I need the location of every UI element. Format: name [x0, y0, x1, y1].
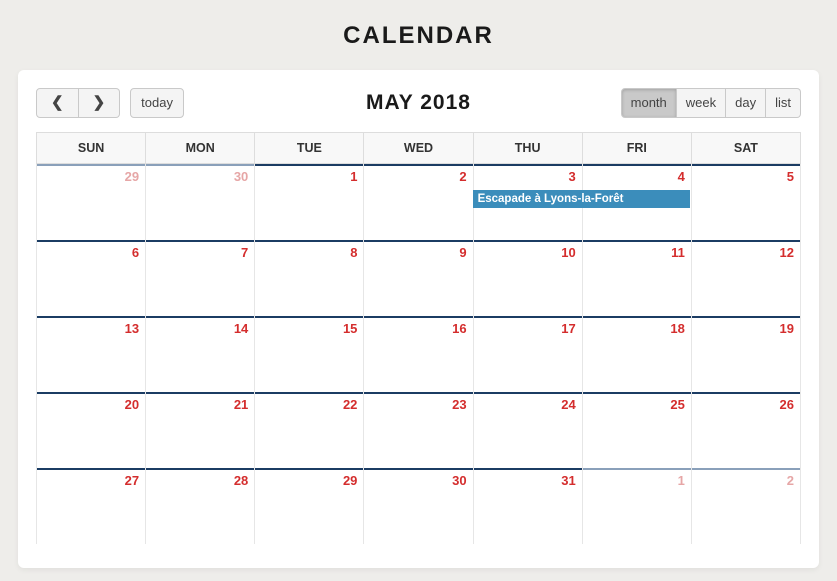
day-number: 12 [692, 240, 800, 262]
day-number: 31 [474, 468, 582, 490]
view-day-button[interactable]: day [726, 88, 766, 118]
day-cell[interactable]: 13 [37, 316, 146, 392]
day-number: 30 [146, 164, 254, 186]
day-cell[interactable]: 4 [582, 164, 691, 241]
day-number: 2 [692, 468, 800, 490]
day-cell[interactable]: 5 [691, 164, 800, 241]
day-number: 19 [692, 316, 800, 338]
day-header: FRI [582, 133, 691, 164]
day-cell[interactable]: 22 [255, 392, 364, 468]
view-group: month week day list [621, 88, 801, 118]
day-number: 6 [37, 240, 145, 262]
day-cell[interactable]: 20 [37, 392, 146, 468]
day-number: 17 [474, 316, 582, 338]
day-cell[interactable]: 12 [691, 240, 800, 316]
day-number: 25 [583, 392, 691, 414]
day-cell[interactable]: 10 [473, 240, 582, 316]
day-number: 29 [255, 468, 363, 490]
day-cell[interactable]: 24 [473, 392, 582, 468]
view-month-button[interactable]: month [621, 88, 677, 118]
day-number: 29 [37, 164, 145, 186]
calendar-card: ❮ ❯ today MAY 2018 month week day list [18, 70, 819, 568]
calendar-week: 6789101112 [37, 240, 801, 316]
day-cell[interactable]: 7 [146, 240, 255, 316]
calendar-week: 2930123Escapade à Lyons-la-Forêt45 [37, 164, 801, 241]
day-number: 16 [364, 316, 472, 338]
calendar-week: 272829303112 [37, 468, 801, 544]
day-header: SAT [691, 133, 800, 164]
day-cell[interactable]: 2 [364, 164, 473, 241]
day-cell[interactable]: 17 [473, 316, 582, 392]
day-number: 5 [692, 164, 800, 186]
day-number: 4 [583, 164, 691, 186]
day-number: 8 [255, 240, 363, 262]
day-cell[interactable]: 14 [146, 316, 255, 392]
day-cell[interactable]: 29 [255, 468, 364, 544]
day-header: TUE [255, 133, 364, 164]
day-number: 21 [146, 392, 254, 414]
day-number: 7 [146, 240, 254, 262]
day-number: 24 [474, 392, 582, 414]
day-header: THU [473, 133, 582, 164]
day-cell[interactable]: 11 [582, 240, 691, 316]
day-cell[interactable]: 1 [255, 164, 364, 241]
day-number: 26 [692, 392, 800, 414]
day-number: 11 [583, 240, 691, 262]
day-number: 15 [255, 316, 363, 338]
day-header-row: SUN MON TUE WED THU FRI SAT [37, 133, 801, 164]
day-number: 1 [583, 468, 691, 490]
day-number: 13 [37, 316, 145, 338]
day-number: 27 [37, 468, 145, 490]
day-number: 10 [474, 240, 582, 262]
day-cell[interactable]: 3Escapade à Lyons-la-Forêt [473, 164, 582, 241]
day-number: 18 [583, 316, 691, 338]
day-number: 20 [37, 392, 145, 414]
day-number: 22 [255, 392, 363, 414]
day-cell[interactable]: 15 [255, 316, 364, 392]
calendar-grid: SUN MON TUE WED THU FRI SAT 2930123Escap… [36, 132, 801, 544]
calendar-toolbar: ❮ ❯ today MAY 2018 month week day list [36, 88, 801, 118]
day-header: MON [146, 133, 255, 164]
day-cell[interactable]: 18 [582, 316, 691, 392]
view-week-button[interactable]: week [677, 88, 726, 118]
day-cell[interactable]: 6 [37, 240, 146, 316]
day-cell[interactable]: 31 [473, 468, 582, 544]
day-cell[interactable]: 1 [582, 468, 691, 544]
day-cell[interactable]: 25 [582, 392, 691, 468]
day-cell[interactable]: 2 [691, 468, 800, 544]
day-cell[interactable]: 27 [37, 468, 146, 544]
day-cell[interactable]: 21 [146, 392, 255, 468]
day-cell[interactable]: 19 [691, 316, 800, 392]
day-number: 28 [146, 468, 254, 490]
day-cell[interactable]: 26 [691, 392, 800, 468]
day-number: 14 [146, 316, 254, 338]
day-cell[interactable]: 16 [364, 316, 473, 392]
day-cell[interactable]: 23 [364, 392, 473, 468]
view-list-button[interactable]: list [766, 88, 801, 118]
day-header: SUN [37, 133, 146, 164]
day-cell[interactable]: 28 [146, 468, 255, 544]
page-title: CALENDAR [0, 22, 837, 50]
day-cell[interactable]: 9 [364, 240, 473, 316]
day-number: 23 [364, 392, 472, 414]
day-header: WED [364, 133, 473, 164]
day-number: 1 [255, 164, 363, 186]
day-cell[interactable]: 30 [146, 164, 255, 241]
day-number: 3 [474, 164, 582, 186]
day-number: 30 [364, 468, 472, 490]
calendar-week: 13141516171819 [37, 316, 801, 392]
day-number: 2 [364, 164, 472, 186]
day-cell[interactable]: 8 [255, 240, 364, 316]
calendar-week: 20212223242526 [37, 392, 801, 468]
day-cell[interactable]: 29 [37, 164, 146, 241]
day-number: 9 [364, 240, 472, 262]
day-cell[interactable]: 30 [364, 468, 473, 544]
